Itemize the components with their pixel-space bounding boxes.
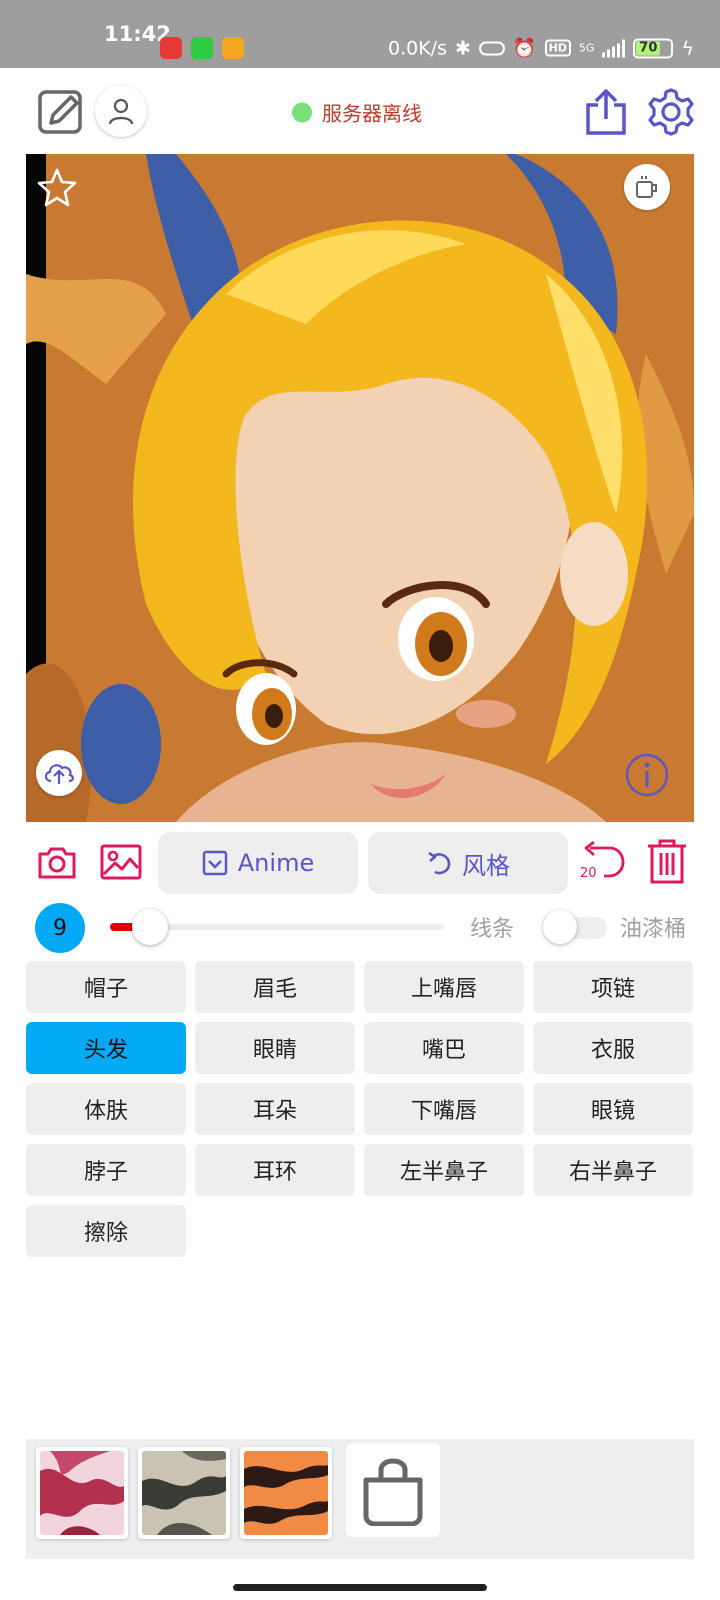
user-icon	[108, 98, 134, 125]
battery-icon: 70	[633, 38, 674, 58]
toggle-knob	[543, 910, 577, 944]
line-mode-label: 线条	[470, 917, 515, 942]
gallery-button[interactable]	[99, 842, 143, 882]
server-status-text: 服务器离线	[322, 101, 422, 126]
part-skin[interactable]: 体肤	[26, 1083, 186, 1135]
bucket-mode-toggle[interactable]	[543, 909, 609, 945]
part-erase[interactable]: 擦除	[26, 1205, 186, 1257]
coffee-icon	[636, 176, 657, 198]
favorite-button[interactable]	[36, 166, 78, 208]
net-speed: 0.0K/s	[388, 37, 447, 59]
part-right-nose[interactable]: 右半鼻子	[533, 1144, 693, 1196]
app-notification-icon-2	[222, 37, 244, 59]
settings-button[interactable]	[646, 87, 696, 137]
server-status: 服务器离线	[292, 98, 422, 127]
part-ears[interactable]: 耳朵	[195, 1083, 355, 1135]
cloud-upload-icon	[44, 764, 74, 784]
charging-icon: ϟ	[681, 37, 694, 59]
image-icon	[100, 844, 142, 880]
hd-badge: HD	[544, 39, 571, 57]
alarm-icon: ⏰	[512, 37, 537, 60]
bucket-mode-label: 油漆桶	[620, 917, 687, 942]
checkbox-icon	[202, 850, 227, 876]
gray-texture-thumbnail	[142, 1451, 226, 1535]
signal-icon	[602, 39, 626, 57]
brush-size-slider-thumb[interactable]	[132, 909, 169, 945]
info-button[interactable]	[624, 752, 670, 798]
star-icon	[37, 168, 77, 207]
status-right: 0.0K/s ✱ ⏰ HD 5G 70 ϟ	[388, 37, 694, 60]
vibrate-icon	[478, 41, 505, 55]
pink-texture-thumbnail	[40, 1451, 124, 1535]
part-left-nose[interactable]: 左半鼻子	[364, 1144, 524, 1196]
drawing-canvas[interactable]	[26, 154, 694, 822]
undo-count: 20	[580, 866, 597, 881]
style-thumb-2[interactable]	[138, 1447, 230, 1539]
edit-canvas-button[interactable]	[37, 87, 85, 135]
refresh-icon	[428, 851, 451, 875]
app-notification-icon	[160, 37, 182, 59]
part-mouth[interactable]: 嘴巴	[364, 1022, 524, 1074]
style-store-button[interactable]	[346, 1443, 440, 1537]
battery-level: 70	[636, 41, 661, 56]
info-icon	[625, 753, 669, 797]
share-button[interactable]	[582, 87, 630, 137]
tiger-texture-thumbnail	[244, 1451, 328, 1535]
account-button[interactable]	[95, 85, 147, 137]
brush-size-badge: 9	[35, 903, 85, 953]
trash-icon	[648, 839, 686, 884]
part-selector-grid: 帽子 眉毛 上嘴唇 项链 头发 眼睛 嘴巴 衣服 体肤 耳朵 下嘴唇 眼镜 脖子…	[26, 961, 694, 1257]
part-earrings[interactable]: 耳环	[195, 1144, 355, 1196]
part-lower-lip[interactable]: 下嘴唇	[364, 1083, 524, 1135]
camera-button[interactable]	[36, 842, 78, 882]
style-tray	[26, 1439, 694, 1559]
gear-icon	[648, 88, 694, 136]
anime-girl-artwork	[26, 154, 694, 822]
server-status-dot	[292, 102, 312, 122]
part-necklace[interactable]: 项链	[533, 961, 693, 1013]
part-eyes[interactable]: 眼睛	[195, 1022, 355, 1074]
anime-model-button[interactable]: Anime	[158, 832, 358, 894]
part-hat[interactable]: 帽子	[26, 961, 186, 1013]
anime-label: Anime	[237, 849, 315, 877]
style-label: 风格	[462, 851, 510, 880]
part-glasses[interactable]: 眼镜	[533, 1083, 693, 1135]
style-button[interactable]: 风格	[368, 832, 568, 894]
part-neck[interactable]: 脖子	[26, 1144, 186, 1196]
style-thumb-1[interactable]	[36, 1447, 128, 1539]
edit-icon	[38, 90, 82, 134]
camera-icon	[38, 847, 76, 879]
upload-button[interactable]	[36, 750, 82, 796]
part-eyebrows[interactable]: 眉毛	[195, 961, 355, 1013]
home-indicator[interactable]	[233, 1584, 487, 1591]
undo-button[interactable]: 20	[578, 838, 626, 886]
share-icon	[586, 89, 626, 135]
coffee-button[interactable]	[624, 164, 670, 210]
part-upper-lip[interactable]: 上嘴唇	[364, 961, 524, 1013]
shopping-bag-icon	[363, 1458, 423, 1526]
bluetooth-icon: ✱	[454, 37, 471, 59]
part-clothes[interactable]: 衣服	[533, 1022, 693, 1074]
wechat-notification-icon	[191, 37, 213, 59]
network-type: 5G	[578, 41, 595, 55]
part-hair[interactable]: 头发	[26, 1022, 186, 1074]
status-bar: 11:42 0.0K/s ✱ ⏰ HD 5G 70 ϟ	[0, 0, 720, 68]
style-thumb-3[interactable]	[240, 1447, 332, 1539]
delete-button[interactable]	[644, 838, 690, 886]
